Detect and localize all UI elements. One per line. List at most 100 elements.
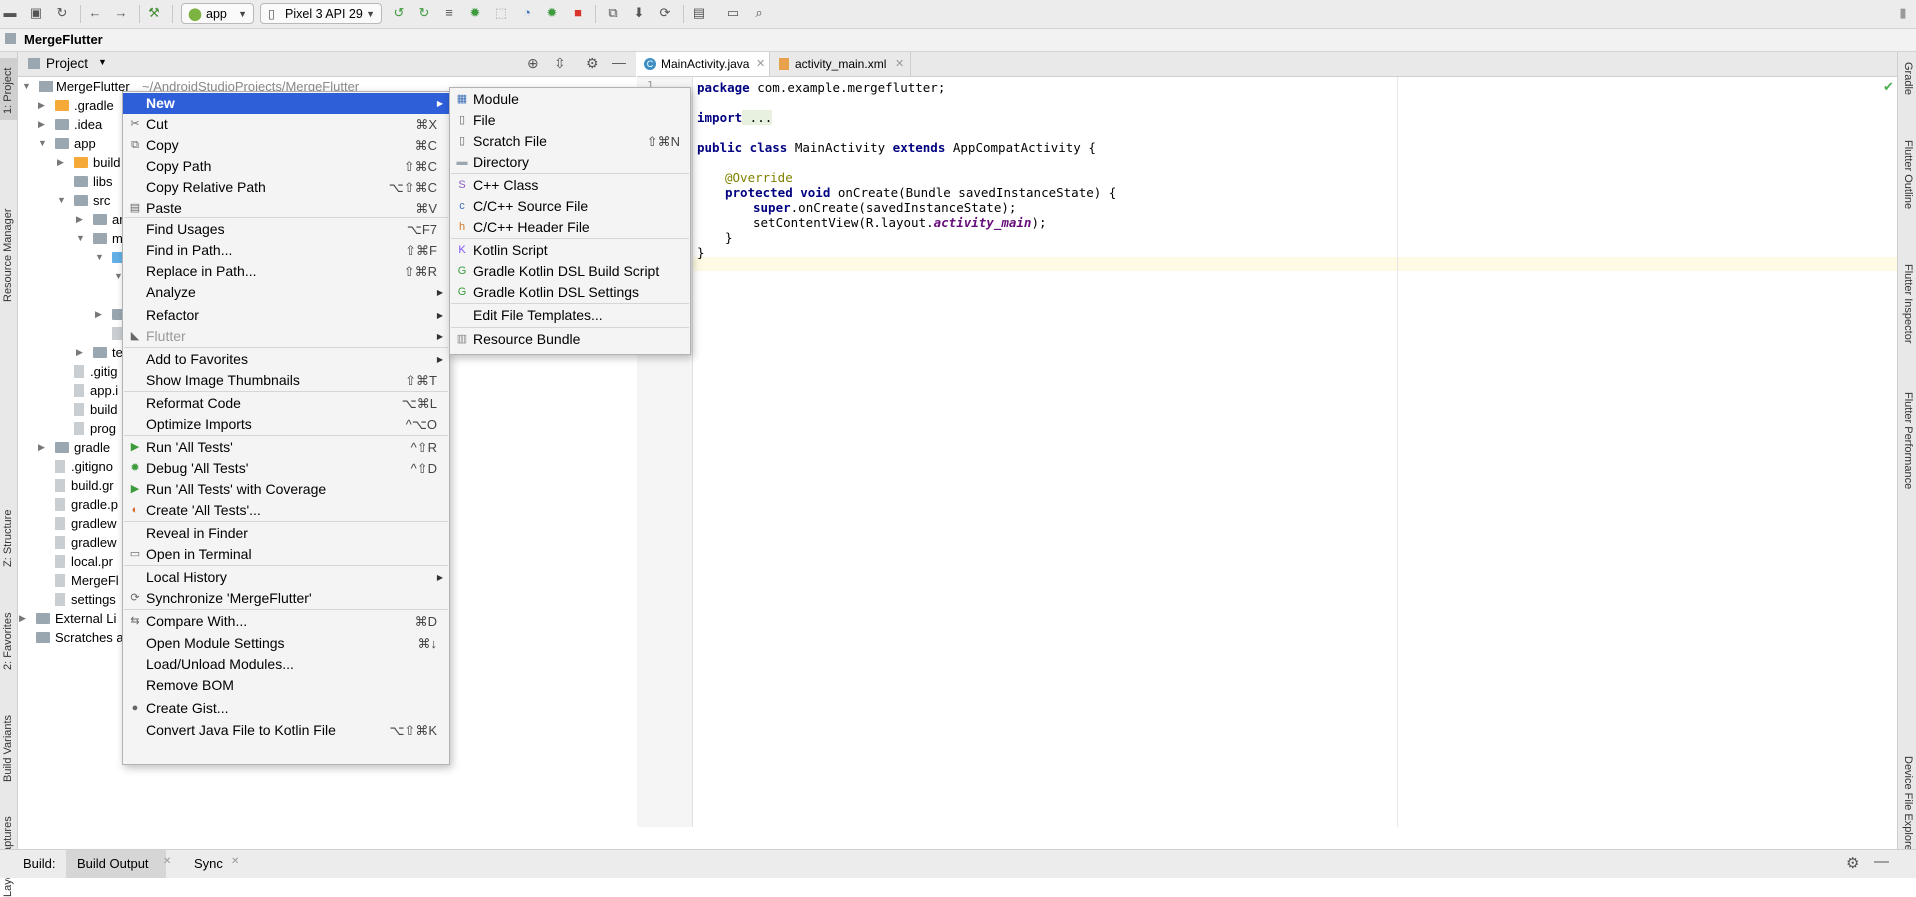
gear-icon[interactable]: ⚙ (1846, 854, 1859, 872)
tree-row[interactable]: .gitigno (55, 457, 113, 476)
collapsed-arrow-icon[interactable]: ▶ (38, 438, 45, 457)
tree-row[interactable]: gradlew (55, 514, 117, 533)
tree-row[interactable]: libs (74, 172, 113, 191)
stripe-gradle[interactable]: Gradle (1902, 62, 1914, 95)
stripe-resource-manager[interactable]: Resource Manager (2, 208, 14, 302)
menu-item-local-history[interactable]: Local History ▶ (123, 567, 449, 588)
forward-icon[interactable]: → (113, 5, 129, 21)
tree-row[interactable]: ▶ build (57, 153, 120, 172)
menu-item-reveal-in-finder[interactable]: Reveal in Finder (123, 523, 449, 544)
menu-item-create-gist[interactable]: ● Create Gist... (123, 698, 449, 719)
menu-item-add-to-favorites[interactable]: Add to Favorites ▶ (123, 349, 449, 370)
apply-code-changes-icon[interactable]: ↻ (416, 5, 432, 21)
menu-item-remove-bom[interactable]: Remove BOM (123, 675, 449, 696)
tree-row[interactable]: ▶ gradle (38, 438, 110, 457)
menu-item-reformat-code[interactable]: Reformat Code ⌥⌘L (123, 393, 449, 414)
stop-icon[interactable]: ■ (570, 5, 586, 21)
tree-row[interactable]: build (74, 400, 117, 419)
close-icon[interactable]: ✕ (231, 856, 239, 867)
open-folder-icon[interactable]: ▬ (2, 5, 18, 21)
tree-row[interactable]: ▼ src (57, 191, 110, 210)
menu-item-show-image-thumbnails[interactable]: Show Image Thumbnails ⇧⌘T (123, 370, 449, 391)
menu-item-find-usages[interactable]: Find Usages ⌥F7 (123, 219, 449, 240)
expanded-arrow-icon[interactable]: ▼ (38, 134, 47, 153)
collapsed-arrow-icon[interactable]: ▶ (38, 115, 45, 134)
menu-item-find-in-path[interactable]: Find in Path... ⇧⌘F (123, 240, 449, 261)
menu-item-run-all-tests[interactable]: ▶ Run 'All Tests' ^⇧R (123, 437, 449, 458)
new-c-class[interactable]: S C++ Class (450, 175, 690, 196)
new-gradle-kotlin-dsl-build-script[interactable]: G Gradle Kotlin DSL Build Script (450, 261, 690, 282)
menu-item-debug-all-tests[interactable]: ✹ Debug 'All Tests' ^⇧D (123, 458, 449, 479)
expanded-arrow-icon[interactable]: ▼ (57, 191, 66, 210)
attach-debugger-icon[interactable]: ⬚ (493, 5, 509, 21)
chevron-down-icon[interactable]: ▼ (98, 57, 107, 67)
new-resource-bundle[interactable]: ▥ Resource Bundle (450, 329, 690, 350)
tree-row[interactable]: ▶ External Li (19, 609, 116, 628)
tree-row[interactable]: ▶ .idea (38, 115, 102, 134)
tree-row[interactable]: settings (55, 590, 116, 609)
menu-item-create-all-tests[interactable]: ◐ Create 'All Tests'... (123, 500, 449, 521)
save-icon[interactable]: ▣ (28, 5, 44, 21)
collapse-all-icon[interactable]: ⇳ (554, 55, 566, 72)
new-c-c-source-file[interactable]: c C/C++ Source File (450, 196, 690, 217)
stripe-project[interactable]: 1: Project (2, 68, 14, 114)
new-gradle-kotlin-dsl-settings[interactable]: G Gradle Kotlin DSL Settings (450, 282, 690, 303)
collapsed-arrow-icon[interactable]: ▶ (76, 343, 83, 362)
menu-item-convert-java-file-to-kotlin-file[interactable]: Convert Java File to Kotlin File ⌥⇧⌘K (123, 720, 449, 741)
stripe-favorites[interactable]: 2: Favorites (2, 613, 14, 670)
close-icon[interactable]: ✕ (895, 52, 904, 76)
sdk-manager-icon[interactable]: ⬇ (631, 5, 647, 21)
tree-row[interactable]: build.gr (55, 476, 114, 495)
menu-item-run-all-tests-with-coverage[interactable]: ▶ Run 'All Tests' with Coverage (123, 479, 449, 500)
collapsed-arrow-icon[interactable]: ▶ (76, 210, 83, 229)
search-icon[interactable]: ⌕ (751, 5, 767, 21)
menu-item-load-unload-modules[interactable]: Load/Unload Modules... (123, 654, 449, 675)
stripe-flutter-inspector[interactable]: Flutter Inspector (1902, 264, 1914, 343)
tree-row[interactable]: app.i (74, 381, 118, 400)
new-file[interactable]: ▯ File (450, 110, 690, 131)
make-project-hammer-icon[interactable]: ⚒ (146, 5, 162, 21)
tab-sync[interactable]: Sync ✕ (183, 850, 243, 878)
terminal-icon[interactable]: ▭ (725, 5, 741, 21)
menu-item-new[interactable]: New ▶ (123, 93, 449, 114)
tree-row[interactable]: Scratches a (36, 628, 124, 647)
sync-project-gradle-icon[interactable]: ⟳ (657, 5, 673, 21)
tree-row[interactable]: gradle.p (55, 495, 118, 514)
collapsed-arrow-icon[interactable]: ▶ (38, 96, 45, 115)
tree-row[interactable]: ▶ .gradle (38, 96, 114, 115)
locate-file-icon[interactable]: ⊕ (527, 55, 539, 72)
menu-item-cut[interactable]: ✂ Cut ⌘X (123, 114, 449, 135)
run-configuration-select[interactable]: ⬤ app ▼ (181, 3, 254, 24)
new-kotlin-script[interactable]: K Kotlin Script (450, 240, 690, 261)
debug-icon[interactable]: ✹ (467, 5, 483, 21)
expanded-arrow-icon[interactable]: ▼ (76, 229, 85, 248)
menu-item-synchronize-mergeflutter[interactable]: ⟳ Synchronize 'MergeFlutter' (123, 588, 449, 609)
hide-panel-icon[interactable]: — (612, 54, 626, 70)
breadcrumb-project[interactable]: MergeFlutter (24, 29, 103, 51)
debug-attach-icon[interactable]: ✹ (544, 5, 560, 21)
tab-build-output[interactable]: Build Output ✕ (66, 850, 171, 878)
run-list-icon[interactable]: ≡ (441, 5, 457, 21)
hide-panel-icon[interactable]: — (1874, 853, 1889, 870)
apply-changes-restart-icon[interactable]: ↺ (391, 5, 407, 21)
project-view-title[interactable]: Project (46, 56, 88, 71)
menu-item-paste[interactable]: ▤ Paste ⌘V (123, 198, 449, 219)
project-structure-icon[interactable]: ▤ (691, 5, 707, 21)
device-select[interactable]: ▯ Pixel 3 API 29 ▼ (260, 3, 382, 24)
new-module[interactable]: ▦ Module (450, 89, 690, 110)
collapsed-arrow-icon[interactable]: ▶ (57, 153, 64, 172)
sync-icon[interactable]: ↻ (54, 5, 70, 21)
menu-item-replace-in-path[interactable]: Replace in Path... ⇧⌘R (123, 261, 449, 282)
menu-item-analyze[interactable]: Analyze ▶ (123, 282, 449, 303)
inspection-ok-check-icon[interactable]: ✔ (1883, 79, 1894, 95)
new-directory[interactable]: ▬ Directory (450, 152, 690, 173)
tree-row[interactable]: ▶ ar (76, 210, 124, 229)
tab-activity-main[interactable]: activity_main.xml ✕ (771, 52, 911, 76)
tree-row[interactable]: prog (74, 419, 116, 438)
stripe-build-variants[interactable]: Build Variants (2, 715, 14, 782)
stripe-flutter-outline[interactable]: Flutter Outline (1902, 140, 1914, 209)
tree-row[interactable]: local.pr (55, 552, 113, 571)
stripe-device-file-explorer[interactable]: Device File Explorer (1902, 756, 1914, 854)
avd-manager-icon[interactable]: ⧉ (605, 5, 621, 21)
close-icon[interactable]: ✕ (163, 856, 171, 867)
